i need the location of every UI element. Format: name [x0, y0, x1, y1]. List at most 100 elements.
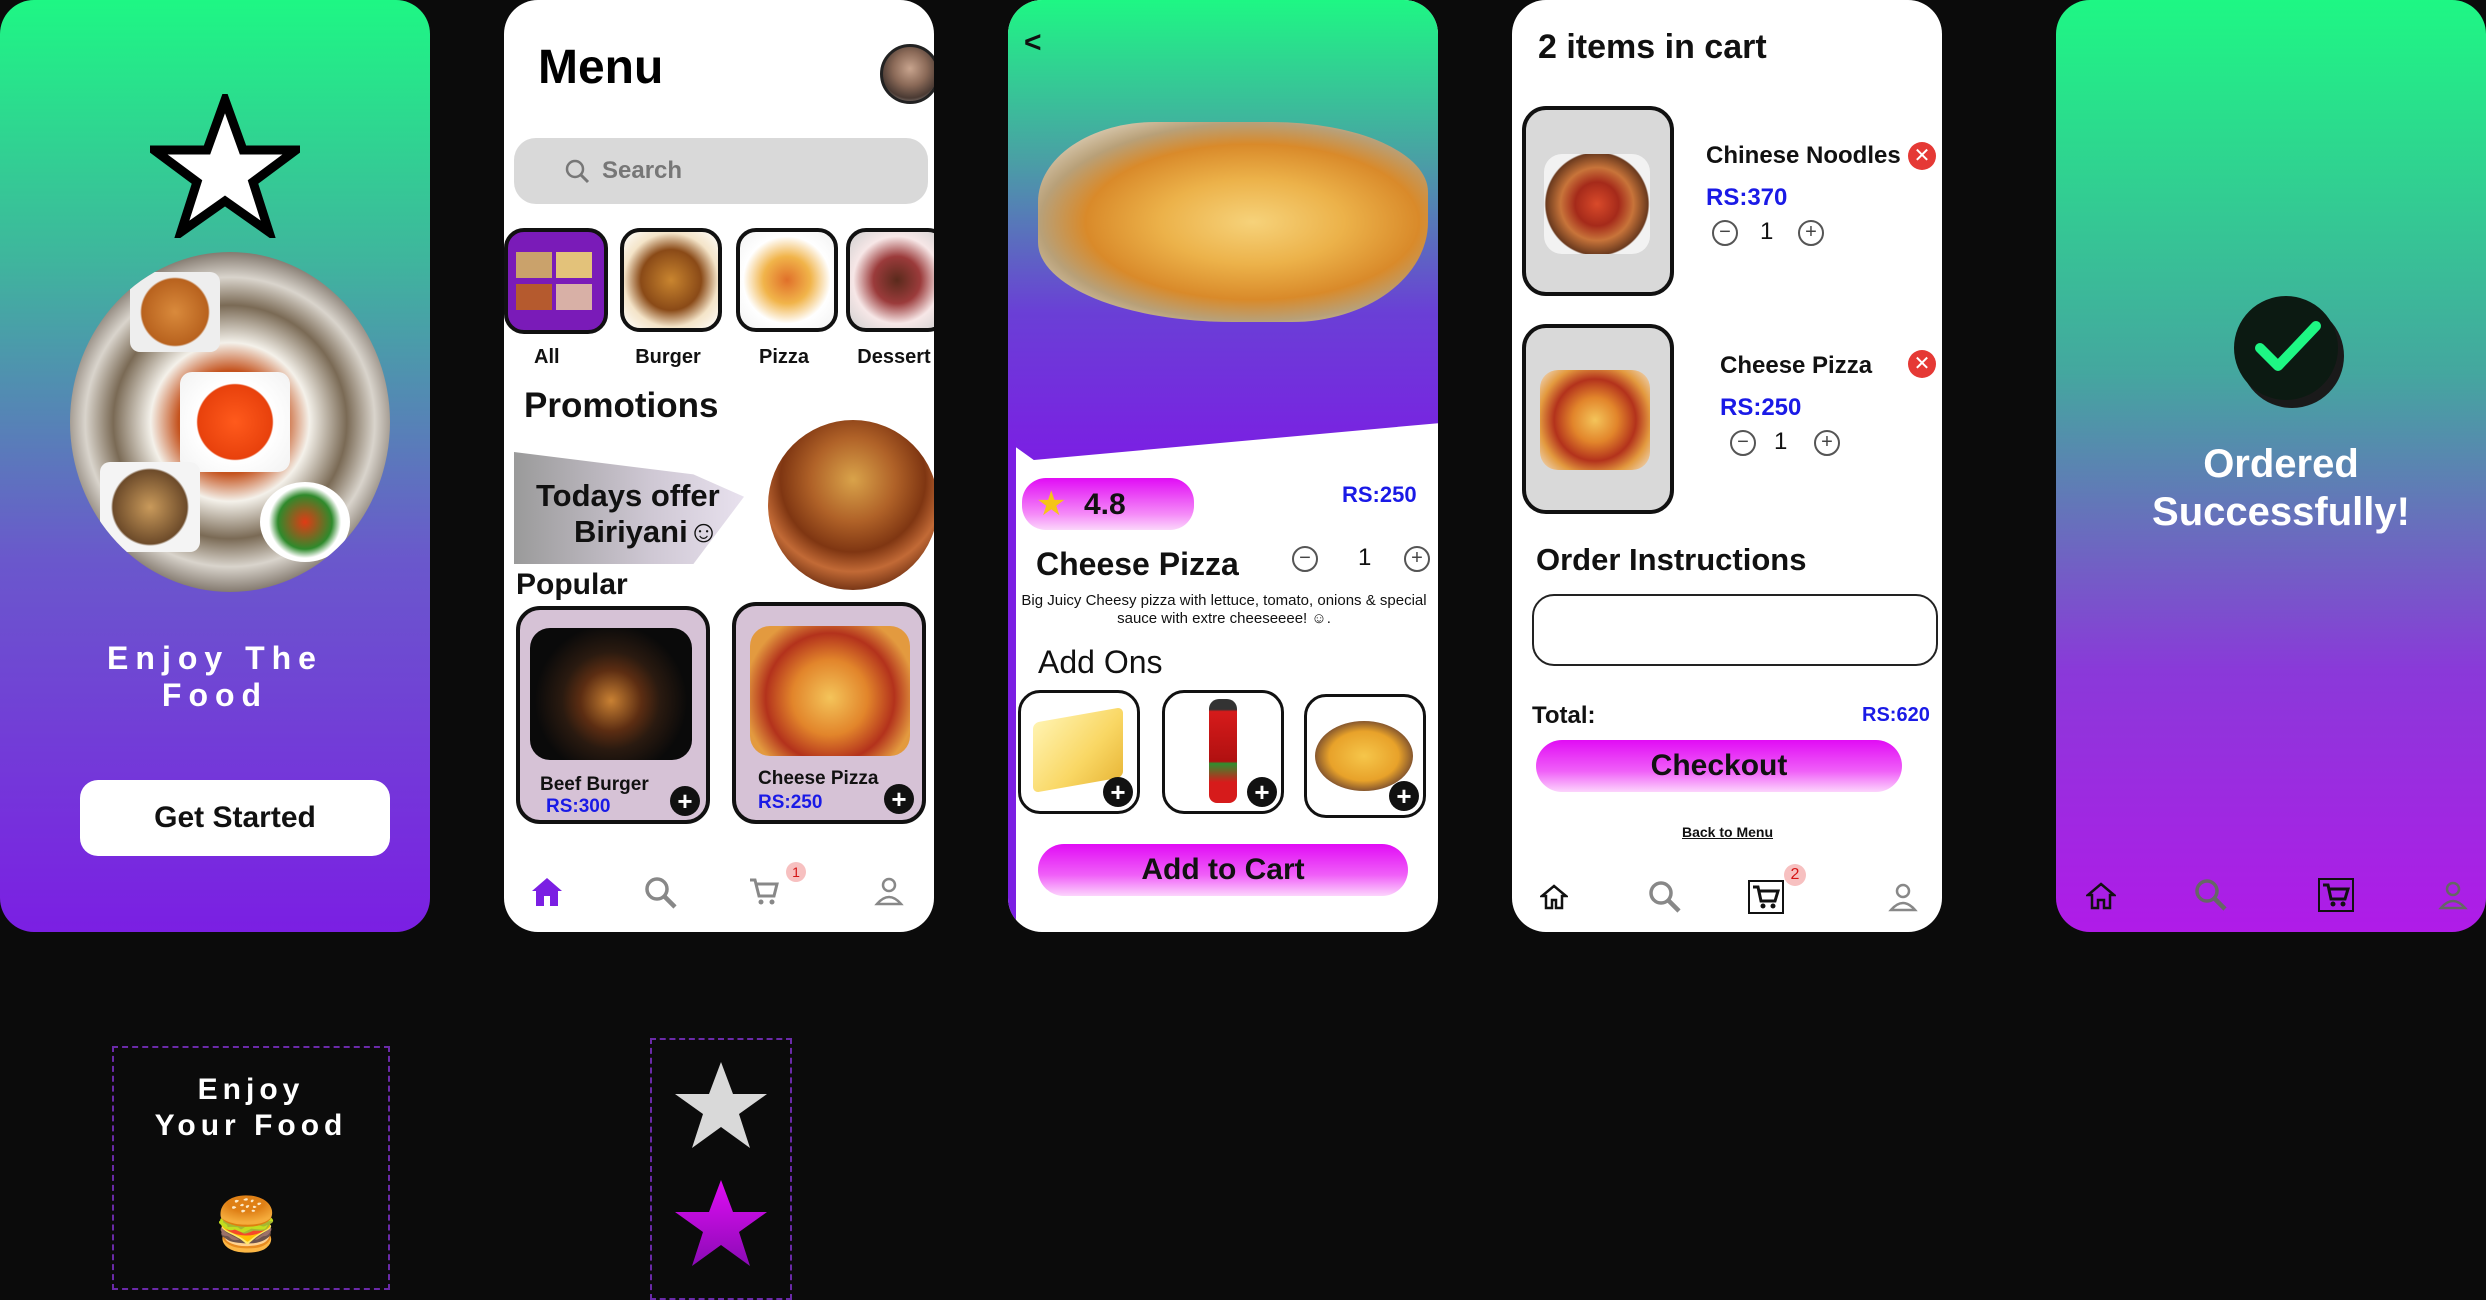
minus-icon[interactable]: −	[1712, 220, 1738, 246]
add-icon[interactable]: +	[1247, 777, 1277, 807]
cart-icon[interactable]	[1748, 880, 1784, 914]
back-button[interactable]: <	[1024, 26, 1042, 60]
search-bar[interactable]: Search	[514, 138, 928, 204]
search-nav-icon[interactable]	[1648, 880, 1682, 914]
home-icon[interactable]	[2086, 882, 2116, 910]
remove-icon[interactable]: ✕	[1908, 142, 1936, 170]
food-platter-image	[70, 252, 390, 592]
promo-line1: Todays offer	[536, 478, 720, 513]
cart-screen: 2 items in cart Chinese Noodles ✕ RS:370…	[1512, 0, 1942, 932]
category-pizza-label: Pizza	[758, 346, 810, 368]
cart-item-price: RS:250	[1720, 394, 1802, 421]
add-to-cart-button[interactable]: Add to Cart	[1038, 844, 1408, 896]
popular-card-pizza[interactable]: Cheese Pizza RS:250 +	[732, 602, 926, 824]
profile-icon[interactable]	[2438, 880, 2468, 910]
addon-ketchup[interactable]: +	[1162, 690, 1284, 814]
get-started-button[interactable]: Get Started	[80, 780, 390, 856]
search-nav-icon[interactable]	[644, 876, 678, 910]
category-dessert-label: Dessert	[857, 346, 931, 368]
rating-value: 4.8	[1084, 488, 1126, 521]
cart-title: 2 items in cart	[1538, 28, 1767, 66]
burger-emoji-icon: 🍔	[214, 1196, 279, 1254]
logo-line2: Your Food	[154, 1109, 348, 1142]
pizza-hero-image	[1038, 122, 1428, 322]
page-title: Menu	[538, 41, 664, 94]
addons-heading: Add Ons	[1038, 644, 1163, 680]
home-icon[interactable]	[530, 876, 564, 908]
search-input[interactable]: Search	[602, 157, 682, 185]
category-all[interactable]	[504, 228, 608, 334]
cart-icon[interactable]	[2318, 878, 2354, 912]
logo-component-frame: Enjoy Your Food 🍔	[112, 1046, 390, 1290]
star-icon	[150, 94, 300, 238]
quantity-value: 1	[1358, 544, 1372, 571]
success-line2: Successfully!	[2152, 490, 2410, 534]
popular-item-price: RS:250	[758, 792, 823, 813]
cart-item-qty: 1	[1760, 218, 1774, 245]
pizza-image	[750, 626, 910, 756]
success-message: Ordered Successfully!	[2056, 440, 2486, 536]
add-icon[interactable]: +	[1103, 777, 1133, 807]
ketchup-image	[1209, 699, 1237, 803]
cart-badge: 2	[1784, 864, 1806, 886]
addon-fries[interactable]: +	[1304, 694, 1426, 818]
add-icon[interactable]: +	[1389, 781, 1419, 811]
success-line1: Ordered	[2203, 442, 2359, 486]
biriyani-image	[768, 420, 934, 590]
promo-line2: Biriyani☺	[574, 514, 720, 549]
back-to-menu-link[interactable]: Back to Menu	[1682, 824, 1773, 840]
product-name: Cheese Pizza	[1036, 546, 1239, 582]
star-icon: ★	[1036, 485, 1067, 523]
minus-icon[interactable]: −	[1730, 430, 1756, 456]
plus-icon[interactable]: +	[1798, 220, 1824, 246]
category-dessert[interactable]	[846, 228, 934, 332]
popular-heading: Popular	[516, 568, 628, 601]
cart-item-image-card	[1522, 324, 1674, 514]
cart-icon[interactable]	[748, 876, 780, 906]
search-icon	[565, 159, 590, 184]
category-burger-label: Burger	[635, 346, 701, 368]
cart-badge: 1	[786, 862, 806, 882]
search-nav-icon[interactable]	[2194, 878, 2228, 912]
pizza-image	[1540, 370, 1650, 470]
product-description: Big Juicy Cheesy pizza with lettuce, tom…	[1021, 592, 1427, 627]
plus-icon[interactable]: +	[1404, 546, 1430, 572]
rating-badge: ★ 4.8	[1022, 478, 1194, 530]
cart-item-name: Cheese Pizza	[1720, 352, 1873, 379]
promotions-heading: Promotions	[524, 386, 719, 425]
menu-screen: Menu Search All Burger Pizza Dessert Pro…	[504, 0, 934, 932]
add-icon[interactable]: +	[670, 786, 700, 816]
remove-icon[interactable]: ✕	[1908, 350, 1936, 378]
cart-item-image-card	[1522, 106, 1674, 296]
addon-cheese[interactable]: +	[1018, 690, 1140, 814]
profile-icon[interactable]	[874, 876, 904, 906]
splash-screen: Enjoy The Food Get Started	[0, 0, 430, 932]
avatar[interactable]	[880, 44, 934, 104]
popular-card-burger[interactable]: Beef Burger RS:300 +	[516, 606, 710, 824]
product-detail-screen: < ★ 4.8 RS:250 Cheese Pizza − 1 + Big Ju…	[1008, 0, 1438, 932]
star-component-frame	[650, 1038, 792, 1300]
total-value: RS:620	[1862, 704, 1930, 726]
order-success-screen: Ordered Successfully!	[2056, 0, 2486, 932]
checkout-button[interactable]: Checkout	[1536, 740, 1902, 792]
logo-line1: Enjoy	[197, 1073, 305, 1106]
order-instructions-heading: Order Instructions	[1536, 542, 1807, 577]
total-label: Total:	[1532, 702, 1596, 729]
category-pizza[interactable]	[736, 228, 838, 332]
product-price: RS:250	[1342, 482, 1417, 507]
add-icon[interactable]: +	[884, 784, 914, 814]
home-icon[interactable]	[1540, 884, 1568, 910]
burger-image	[530, 628, 692, 760]
cart-item-price: RS:370	[1706, 184, 1788, 211]
profile-icon[interactable]	[1888, 882, 1918, 912]
cart-item-name: Chinese Noodles	[1706, 142, 1901, 169]
plus-icon[interactable]: +	[1814, 430, 1840, 456]
noodles-image	[1544, 154, 1650, 254]
category-burger[interactable]	[620, 228, 722, 332]
minus-icon[interactable]: −	[1292, 546, 1318, 572]
checkmark-icon	[2234, 296, 2338, 400]
star-icon	[675, 1062, 767, 1148]
popular-item-name: Cheese Pizza	[758, 768, 879, 789]
order-instructions-input[interactable]	[1532, 594, 1938, 666]
star-icon	[675, 1180, 767, 1266]
